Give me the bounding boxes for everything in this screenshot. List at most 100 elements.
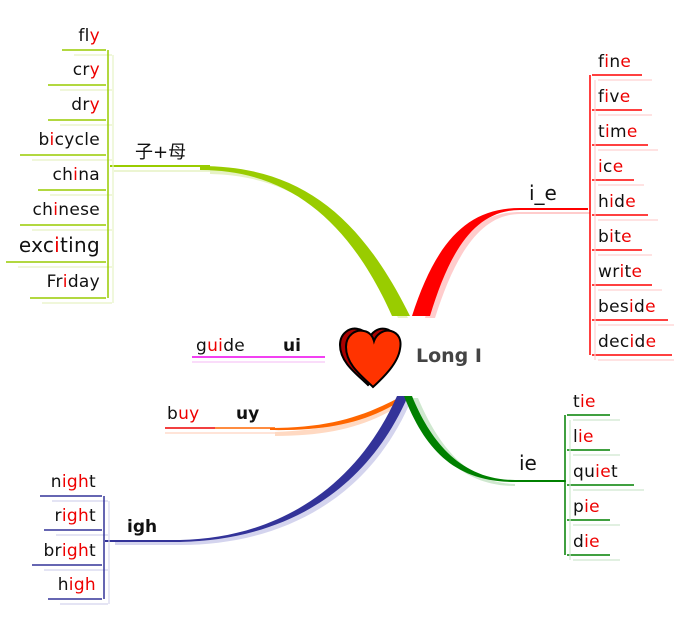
word-consonant-plus-vowel[interactable]: exciting xyxy=(19,235,100,255)
highlighted-letters: ui xyxy=(207,336,224,356)
branch-curve-consonant-plus-vowel xyxy=(110,165,410,318)
highlighted-letters: e xyxy=(621,227,632,247)
word-i-e[interactable]: ice xyxy=(598,157,623,177)
word-consonant-plus-vowel[interactable]: fly xyxy=(78,26,100,46)
highlighted-letters: e xyxy=(626,122,638,142)
branch-label-consonant-plus-vowel[interactable]: 子+母 xyxy=(135,143,186,163)
word-ui[interactable]: guide xyxy=(196,336,245,356)
letters: ch xyxy=(52,165,74,185)
letters: g xyxy=(196,336,208,356)
highlighted-letters: igh xyxy=(68,575,96,595)
letters: m xyxy=(610,122,627,142)
letters: cycle xyxy=(54,130,100,150)
word-ie[interactable]: lie xyxy=(573,427,594,447)
highlighted-letters: igh xyxy=(61,472,90,492)
word-igh[interactable]: right xyxy=(55,506,96,526)
branch-label-ui[interactable]: ui xyxy=(283,336,301,356)
heart-icon xyxy=(338,327,402,389)
word-uy[interactable]: buy xyxy=(167,404,200,424)
highlighted-letters: e xyxy=(645,332,657,352)
highlighted-letters: e xyxy=(612,157,624,177)
highlighted-letters: e xyxy=(619,87,631,107)
letters: cr xyxy=(72,60,90,80)
branch-label-igh[interactable]: igh xyxy=(127,517,157,537)
letters: d xyxy=(614,192,626,212)
highlighted-letters: uy xyxy=(178,404,200,424)
branch-curve-ie xyxy=(404,396,566,486)
letters: exc xyxy=(18,233,55,257)
letters: fl xyxy=(78,26,90,46)
mind-map-canvas xyxy=(6,49,674,605)
letters: ting xyxy=(60,233,100,257)
word-igh[interactable]: high xyxy=(58,575,96,595)
word-i-e[interactable]: bite xyxy=(598,227,632,247)
word-igh[interactable]: bright xyxy=(43,541,96,561)
letters: day xyxy=(67,272,100,292)
letters: n xyxy=(609,52,621,72)
word-i-e[interactable]: fine xyxy=(598,52,631,72)
word-i-e[interactable]: hide xyxy=(598,192,636,212)
branch-curve-i-e xyxy=(412,208,590,318)
branch-curve-ui xyxy=(192,356,325,363)
highlighted-letters: ie xyxy=(579,392,596,412)
highlighted-letters: y xyxy=(89,95,100,115)
letters: bes xyxy=(598,297,630,317)
letters: t xyxy=(573,392,580,412)
word-consonant-plus-vowel[interactable]: dry xyxy=(71,95,100,115)
word-i-e[interactable]: five xyxy=(598,87,630,107)
highlighted-letters: e xyxy=(625,192,636,212)
highlighted-letters: y xyxy=(89,26,100,46)
letters: t xyxy=(89,541,96,561)
letters: h xyxy=(598,192,610,212)
letters: d xyxy=(634,332,646,352)
word-consonant-plus-vowel[interactable]: cry xyxy=(73,60,100,80)
letters: de xyxy=(223,336,246,356)
word-ie[interactable]: quiet xyxy=(573,462,618,482)
central-topic-label: Long I xyxy=(416,345,482,367)
highlighted-letters: ie xyxy=(584,532,600,552)
word-consonant-plus-vowel[interactable]: china xyxy=(52,165,100,185)
letters: h xyxy=(57,575,69,595)
word-igh[interactable]: night xyxy=(51,472,96,492)
letters: b xyxy=(598,227,610,247)
word-consonant-plus-vowel[interactable]: bicycle xyxy=(38,130,100,150)
highlighted-letters: ie xyxy=(578,427,594,447)
branch-curve-uy xyxy=(165,396,408,436)
letters: d xyxy=(634,297,646,317)
word-ie[interactable]: pie xyxy=(573,497,600,517)
branch-label-uy[interactable]: uy xyxy=(236,404,259,424)
highlighted-letters: ie xyxy=(595,462,611,482)
letters: wr xyxy=(598,262,620,282)
letters: nese xyxy=(58,200,100,220)
letters: c xyxy=(603,157,613,177)
branch-label-i-e[interactable]: i_e xyxy=(529,183,557,203)
word-i-e[interactable]: time xyxy=(598,122,638,142)
letters: t xyxy=(598,122,605,142)
word-ie[interactable]: die xyxy=(573,532,600,552)
letters: t xyxy=(610,462,618,482)
letters: dr xyxy=(71,95,90,115)
letters: p xyxy=(573,497,585,517)
letters: b xyxy=(167,404,179,424)
letters: qu xyxy=(573,462,596,482)
highlighted-letters: ie xyxy=(584,497,600,517)
letters: dec xyxy=(598,332,630,352)
letters: ch xyxy=(32,200,54,220)
letters: n xyxy=(50,472,62,492)
word-i-e[interactable]: beside xyxy=(598,297,656,317)
highlighted-letters: e xyxy=(620,52,632,72)
word-i-e[interactable]: write xyxy=(598,262,642,282)
letters: t xyxy=(624,262,632,282)
letters: t xyxy=(89,506,96,526)
highlighted-letters: e xyxy=(631,262,643,282)
letters: t xyxy=(89,472,96,492)
word-consonant-plus-vowel[interactable]: Friday xyxy=(47,272,100,292)
highlighted-letters: igh xyxy=(61,506,90,526)
letters: v xyxy=(609,87,620,107)
highlighted-letters: e xyxy=(645,297,656,317)
letters: na xyxy=(78,165,100,185)
branch-label-ie[interactable]: ie xyxy=(519,453,537,473)
word-ie[interactable]: tie xyxy=(573,392,596,412)
word-i-e[interactable]: decide xyxy=(598,332,656,352)
word-consonant-plus-vowel[interactable]: chinese xyxy=(32,200,100,220)
